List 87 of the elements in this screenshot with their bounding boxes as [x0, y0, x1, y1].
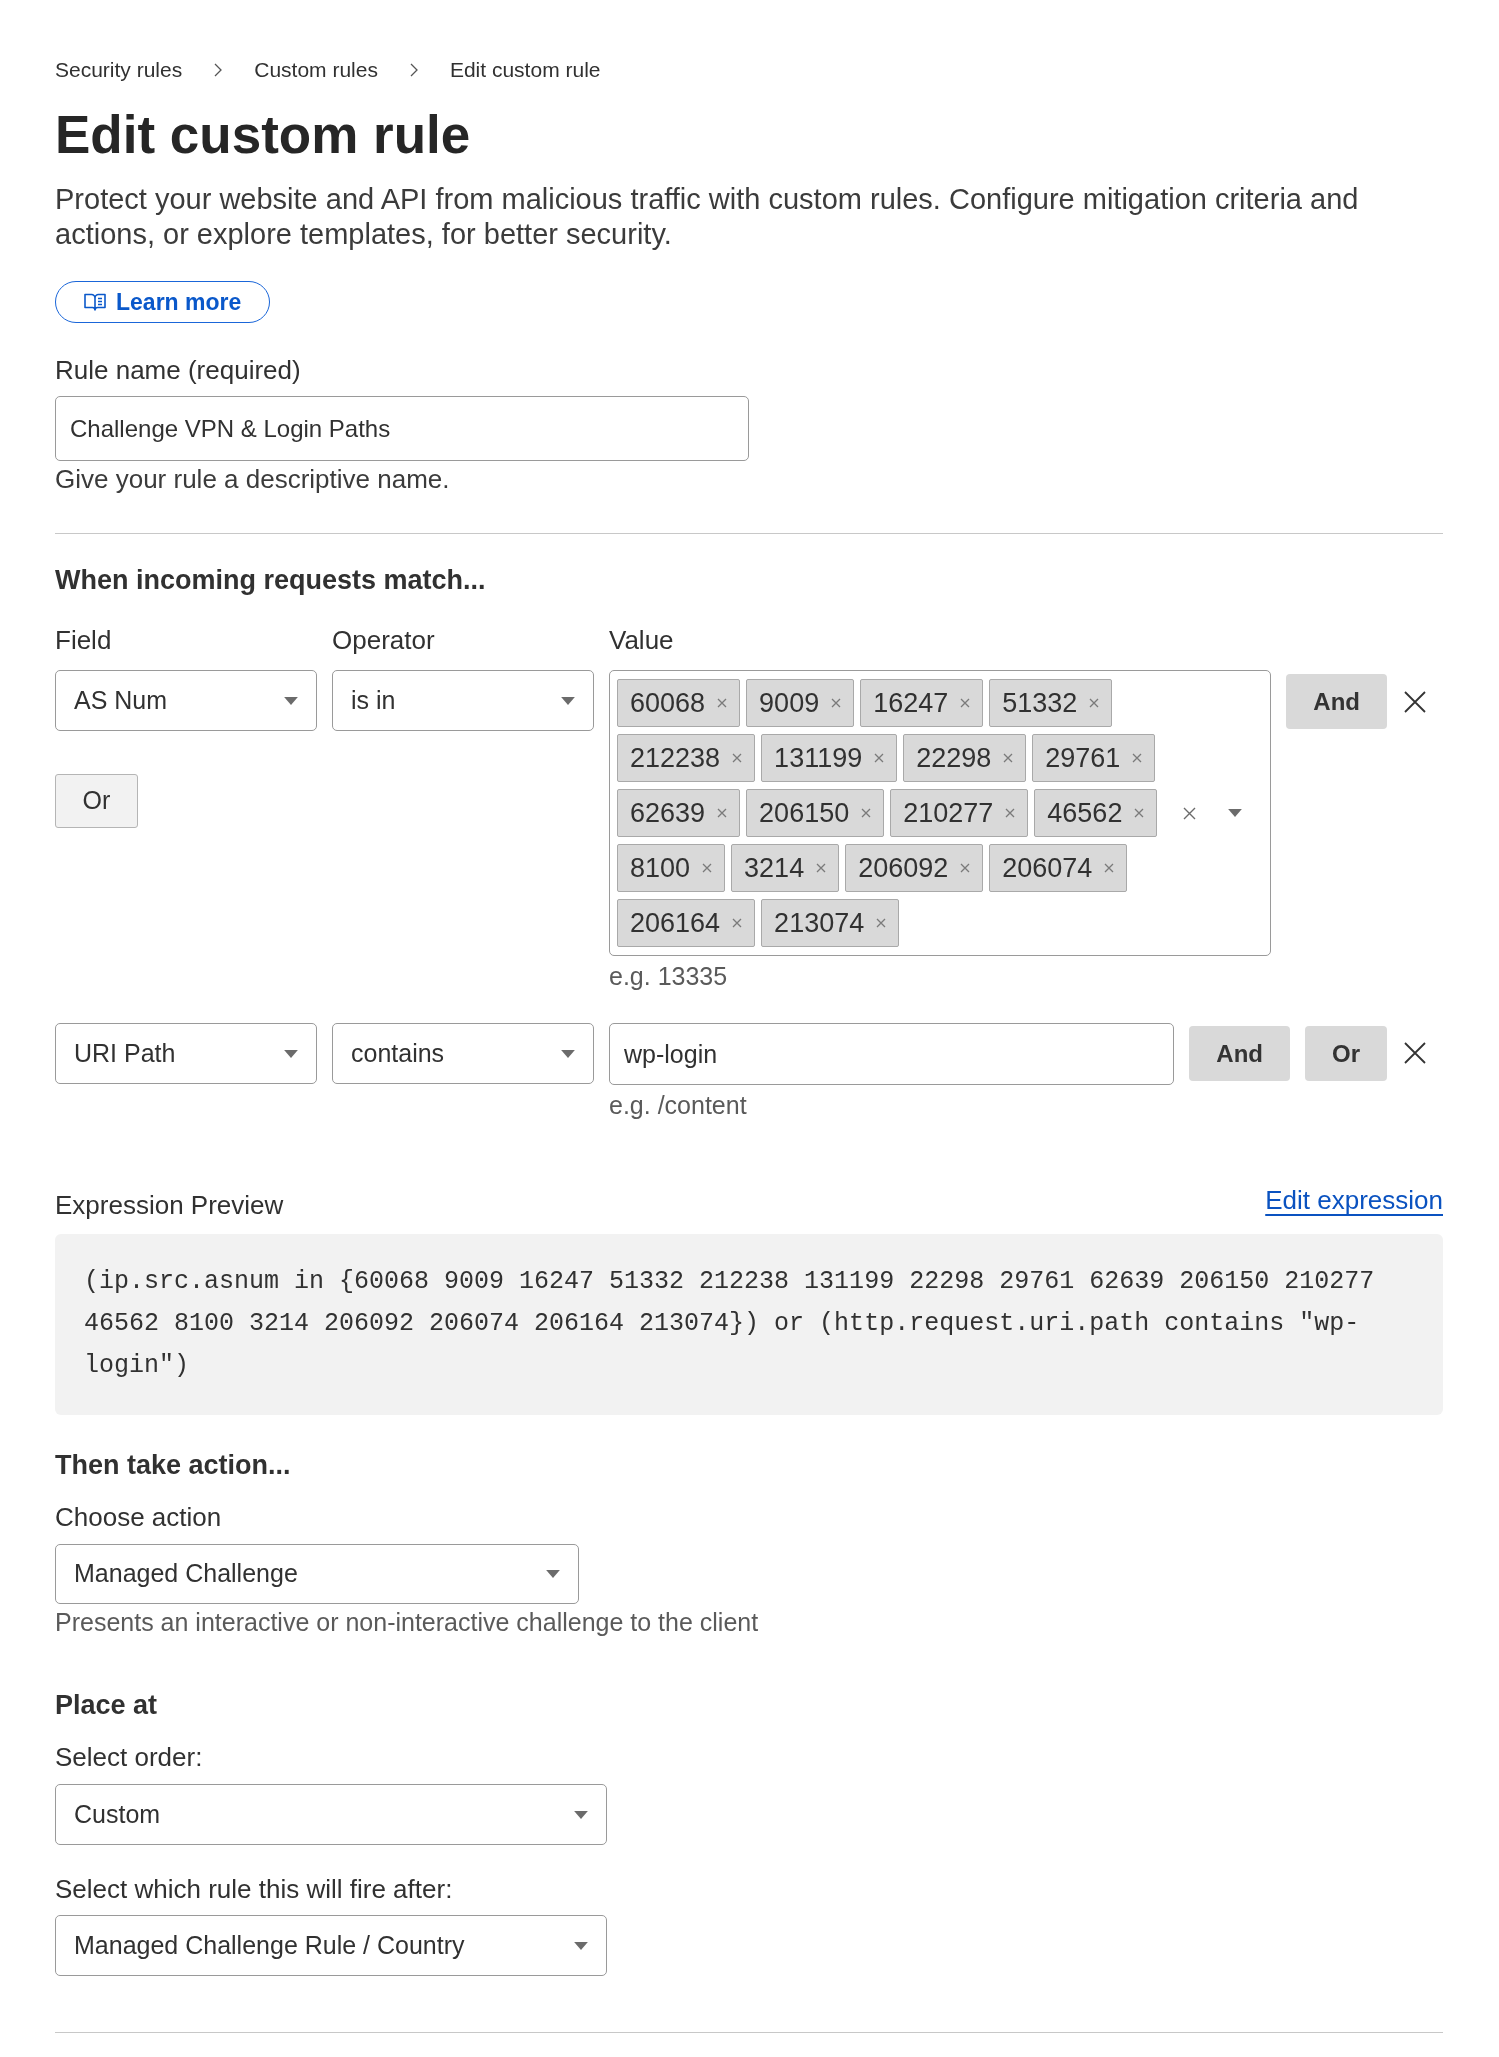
remove-icon[interactable] — [1005, 808, 1016, 818]
operator-dropdown[interactable]: contains — [332, 1023, 594, 1084]
value-tag[interactable]: 46562 — [1034, 789, 1158, 837]
action-dropdown[interactable]: Managed Challenge — [55, 1544, 579, 1604]
order-dropdown[interactable]: Custom — [55, 1784, 607, 1845]
clear-icon[interactable] — [1183, 806, 1196, 820]
chevron-right-icon — [214, 63, 223, 77]
column-label: Field — [55, 625, 113, 655]
caret-icon — [561, 696, 575, 705]
or-button[interactable]: Or — [55, 774, 138, 828]
logic-button[interactable]: And — [1286, 674, 1387, 729]
breadcrumb-link[interactable]: Custom rules — [254, 58, 378, 82]
logic-button[interactable]: Or — [1305, 1026, 1387, 1081]
remove-icon[interactable] — [1003, 753, 1014, 763]
section-heading: Then take action... — [55, 1449, 292, 1481]
column-label: Operator — [332, 625, 436, 655]
learn-more-button[interactable]: Learn more — [55, 281, 271, 323]
section-label: Expression Preview — [55, 1190, 284, 1220]
remove-icon[interactable] — [874, 753, 885, 763]
field-dropdown[interactable]: AS Num — [55, 670, 317, 731]
value-tag[interactable]: 213074 — [761, 899, 900, 947]
caret-icon — [574, 1810, 588, 1819]
field-label: Choose action — [55, 1502, 223, 1532]
value-tag[interactable]: 9009 — [746, 679, 855, 727]
remove-icon[interactable] — [831, 698, 842, 708]
value-tag[interactable]: 206074 — [989, 844, 1128, 892]
remove-icon[interactable] — [717, 808, 728, 818]
book-icon — [84, 293, 106, 311]
caret-icon — [574, 1941, 588, 1950]
value-tag[interactable]: 16247 — [860, 679, 984, 727]
order-dropdown[interactable]: Managed Challenge Rule / Country — [55, 1915, 607, 1976]
value-multiselect[interactable]: 60068 9009 16247 51332 212238 131199 22298 29761 62639 206150 210277 46562 8100 3214 206092 206074 206164 213074 — [609, 670, 1272, 956]
value-tag[interactable]: 212238 — [617, 734, 756, 782]
page-description: Protect your website and API from malicious traffic with custom rules. Configure mitigation criteria and actions, or explore templates, for better security. — [55, 182, 1360, 252]
logic-button[interactable]: And — [1189, 1026, 1290, 1081]
caret-icon — [284, 696, 298, 705]
expression-preview: (ip.src.asnum in {60068 9009 16247 51332 212238 131199 22298 29761 62639 206150 210277 46562 8100 3214 206092 206074 206164 213074}) or (http.request.uri.path contains "wp-login") — [55, 1234, 1443, 1415]
remove-icon[interactable] — [1134, 808, 1145, 818]
caret-icon — [546, 1570, 560, 1578]
breadcrumb-current: Edit custom rule — [449, 58, 601, 82]
close-icon[interactable] — [1404, 1042, 1426, 1064]
value-tag[interactable]: 22298 — [903, 734, 1027, 782]
page-title: Edit custom rule — [55, 106, 472, 164]
help-text: Presents an interactive or non-interactive challenge to the client — [55, 1607, 760, 1637]
value-tag[interactable]: 210277 — [890, 789, 1029, 837]
value-tag[interactable]: 131199 — [761, 734, 898, 782]
field-label: Select which rule this will fire after: — [55, 1874, 454, 1904]
field-label: Select order: — [55, 1742, 204, 1772]
remove-icon[interactable] — [960, 863, 971, 873]
remove-icon[interactable] — [1132, 753, 1143, 763]
value-tag[interactable]: 60068 — [617, 679, 741, 727]
remove-icon[interactable] — [1104, 863, 1115, 873]
value-tag[interactable]: 29761 — [1032, 734, 1156, 782]
caret-icon[interactable] — [1228, 809, 1242, 817]
value-tag[interactable]: 3214 — [731, 844, 840, 892]
section-heading: When incoming requests match... — [55, 564, 487, 596]
hint-text: e.g. /content — [609, 1090, 748, 1120]
value-tag[interactable]: 51332 — [989, 679, 1113, 727]
remove-icon[interactable] — [1089, 698, 1100, 708]
value-tag[interactable]: 206092 — [845, 844, 984, 892]
caret-icon — [284, 1049, 298, 1058]
remove-icon[interactable] — [732, 918, 743, 928]
remove-icon[interactable] — [960, 698, 971, 708]
field-dropdown[interactable]: URI Path — [55, 1023, 317, 1084]
value-tag[interactable]: 206150 — [746, 789, 885, 837]
caret-icon — [561, 1049, 575, 1058]
value-tag[interactable]: 8100 — [617, 844, 726, 892]
close-icon[interactable] — [1404, 691, 1426, 713]
section-heading: Place at — [55, 1689, 159, 1721]
edit-expression-link[interactable]: Edit expression — [1265, 1181, 1443, 1220]
field-label: Rule name (required) — [55, 355, 302, 385]
operator-dropdown[interactable]: is in — [332, 670, 594, 731]
value-input[interactable]: wp-login — [609, 1023, 1175, 1085]
help-text: Give your rule a descriptive name. — [55, 464, 451, 494]
remove-icon[interactable] — [816, 863, 827, 873]
rule-name-input[interactable]: Challenge VPN & Login Paths — [55, 396, 749, 461]
remove-icon[interactable] — [732, 753, 743, 763]
remove-icon[interactable] — [702, 863, 713, 873]
remove-icon[interactable] — [717, 698, 728, 708]
breadcrumb-link[interactable]: Security rules — [55, 58, 183, 82]
chevron-right-icon — [409, 63, 418, 77]
remove-icon[interactable] — [876, 918, 887, 928]
value-tag[interactable]: 62639 — [617, 789, 741, 837]
column-label: Value — [609, 625, 675, 655]
hint-text: e.g. 13335 — [609, 961, 729, 991]
value-tag[interactable]: 206164 — [617, 899, 756, 947]
remove-icon[interactable] — [861, 808, 872, 818]
